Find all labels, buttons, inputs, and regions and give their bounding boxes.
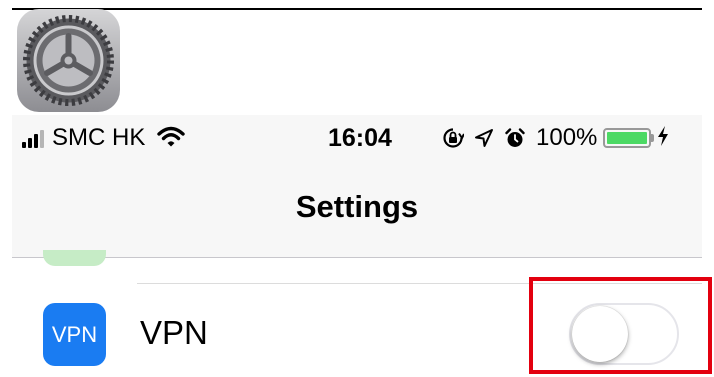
wifi-icon — [157, 126, 186, 153]
signal-bar — [28, 138, 32, 148]
battery-percentage: 100% — [536, 124, 598, 151]
status-right: 100% — [442, 124, 669, 152]
vpn-label: VPN — [140, 314, 208, 351]
status-bar: SMC HK 16:04 100% — [12, 115, 702, 161]
carrier-name: SMC HK — [52, 124, 146, 151]
alarm-icon — [504, 127, 526, 149]
signal-bar — [34, 134, 38, 148]
signal-bar — [40, 130, 44, 148]
settings-app-icon — [17, 9, 120, 112]
battery-cap — [651, 134, 655, 142]
location-icon — [474, 128, 494, 148]
highlight-box — [529, 277, 712, 374]
orientation-lock-icon — [442, 127, 464, 149]
signal-bar — [22, 142, 26, 148]
battery-icon — [603, 128, 652, 148]
page-title: Settings — [295, 189, 419, 224]
status-left: SMC HK — [22, 124, 186, 153]
charging-bolt-icon — [657, 125, 669, 151]
nav-bar: Settings — [12, 161, 702, 257]
partial-app-icon — [43, 250, 106, 266]
signal-icon — [22, 128, 46, 148]
clock-time: 16:04 — [328, 124, 392, 152]
battery-fill — [607, 132, 648, 144]
vpn-icon: VPN — [43, 303, 106, 366]
